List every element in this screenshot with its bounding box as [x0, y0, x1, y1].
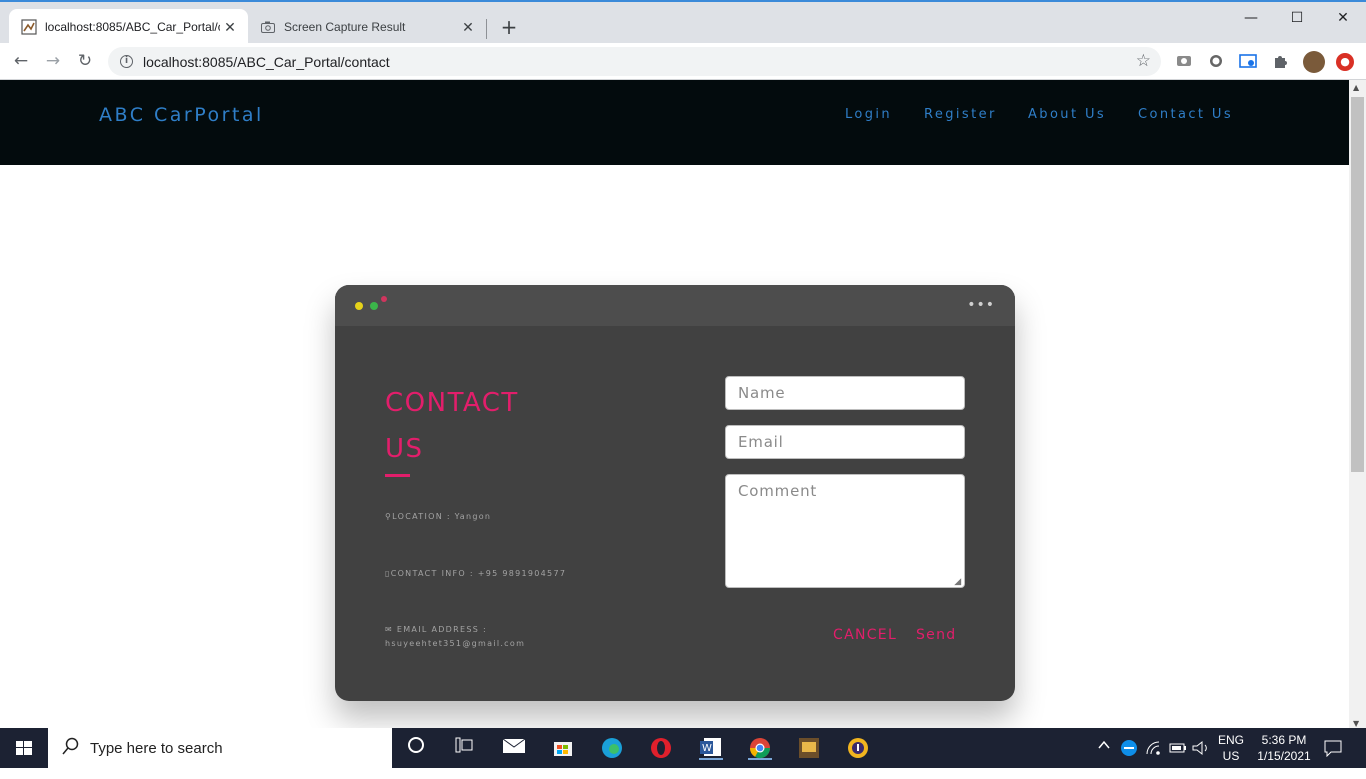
title-underline — [385, 474, 410, 477]
address-bar[interactable]: i localhost:8085/ABC_Car_Portal/contact … — [108, 47, 1161, 76]
page-scrollbar[interactable]: ▲ ▼ — [1349, 80, 1366, 728]
url-text[interactable]: localhost:8085/ABC_Car_Portal/contact — [143, 54, 390, 70]
more-options-icon[interactable]: ••• — [967, 297, 995, 313]
email-label: EMAIL ADDRESS : — [396, 625, 487, 634]
send-button[interactable]: Send — [916, 627, 956, 643]
language-indicator[interactable]: ENG US — [1214, 732, 1248, 772]
wifi-icon[interactable] — [1144, 739, 1164, 779]
scroll-down-icon[interactable]: ▼ — [1353, 719, 1359, 728]
nav-about-us[interactable]: About Us — [1028, 107, 1106, 122]
camera-icon — [260, 19, 276, 35]
circle-extension-icon[interactable] — [1207, 53, 1225, 71]
java-ide-icon[interactable] — [797, 736, 821, 760]
teamviewer-icon[interactable] — [1120, 739, 1138, 779]
browser-toolbar: ← → ↻ i localhost:8085/ABC_Car_Portal/co… — [0, 43, 1366, 80]
search-placeholder: Type here to search — [90, 739, 223, 757]
comment-textarea[interactable]: Comment ◢ — [725, 474, 965, 588]
language-bottom: US — [1222, 749, 1240, 763]
resize-handle-icon[interactable]: ◢ — [954, 577, 962, 587]
taskbar-search-box[interactable]: Type here to search — [48, 728, 392, 768]
windows-taskbar: Type here to search W ENG US 5:36 PM 1/1… — [0, 728, 1366, 768]
nav-login[interactable]: Login — [845, 107, 892, 122]
tab-title: localhost:8085/ABC_Car_Portal/cc — [45, 20, 220, 34]
chrome-icon[interactable] — [748, 736, 772, 760]
contact-title: CONTACT US — [385, 388, 519, 464]
nav-register[interactable]: Register — [924, 107, 997, 122]
card-header: ••• — [335, 285, 1015, 326]
maximize-button[interactable]: ☐ — [1274, 6, 1320, 30]
minimize-button[interactable]: — — [1228, 6, 1274, 30]
page-viewport: ABC CarPortal Login Register About Us Co… — [0, 80, 1349, 728]
word-icon[interactable]: W — [699, 736, 723, 760]
new-tab-button[interactable]: + — [498, 15, 520, 39]
location-info: ⚲LOCATION : Yangon — [385, 510, 491, 524]
security-app-icon[interactable] — [846, 736, 870, 760]
contact-card: ••• CONTACT US ⚲LOCATION : Yangon ▯CONTA… — [335, 285, 1015, 701]
search-icon — [62, 737, 80, 759]
update-alert-icon[interactable]: ● — [1336, 53, 1354, 71]
envelope-icon: ✉ — [385, 625, 394, 634]
profile-avatar[interactable] — [1303, 51, 1325, 73]
close-window-button[interactable]: ✕ — [1320, 6, 1366, 30]
scroll-up-icon[interactable]: ▲ — [1353, 83, 1359, 92]
notification-center-icon[interactable] — [1322, 739, 1344, 779]
task-view-icon[interactable] — [452, 736, 476, 760]
site-brand[interactable]: ABC CarPortal — [99, 104, 264, 126]
location-text: LOCATION : Yangon — [392, 512, 492, 521]
cortana-icon[interactable] — [404, 736, 428, 760]
comment-placeholder: Comment — [738, 482, 818, 500]
browser-tab-bar: localhost:8085/ABC_Car_Portal/cc ✕ Scree… — [0, 0, 1366, 45]
contact-info-text: CONTACT INFO : +95 9891904577 — [390, 569, 567, 578]
tab-close-icon[interactable]: ✕ — [220, 19, 240, 36]
scroll-thumb[interactable] — [1351, 97, 1364, 472]
mail-icon[interactable] — [502, 736, 526, 760]
microsoft-store-icon[interactable] — [551, 736, 575, 760]
name-input[interactable]: Name — [725, 376, 965, 410]
clock[interactable]: 5:36 PM 1/15/2021 — [1252, 732, 1316, 772]
site-info-icon[interactable]: i — [120, 55, 133, 68]
bookmark-star-icon[interactable]: ☆ — [1136, 51, 1151, 71]
site-navbar: ABC CarPortal Login Register About Us Co… — [0, 80, 1349, 165]
edge-browser-icon[interactable] — [600, 736, 624, 760]
capture-extension-icon[interactable] — [1239, 53, 1257, 71]
email-info: ✉ EMAIL ADDRESS : hsuyeehtet351@gmail.co… — [385, 623, 525, 651]
cancel-button[interactable]: CANCEL — [833, 627, 897, 643]
contact-info: ▯CONTACT INFO : +95 9891904577 — [385, 567, 566, 581]
red-dot — [381, 296, 387, 302]
back-arrow-icon[interactable]: ← — [9, 49, 33, 73]
opera-browser-icon[interactable] — [649, 736, 673, 760]
clock-time: 5:36 PM — [1261, 733, 1307, 747]
email-input[interactable]: Email — [725, 425, 965, 459]
tab-screen-capture[interactable]: Screen Capture Result ✕ — [250, 9, 486, 45]
battery-icon[interactable] — [1168, 739, 1188, 779]
tab-title: Screen Capture Result — [284, 20, 406, 34]
tab-separator — [486, 19, 487, 39]
nav-contact-us[interactable]: Contact Us — [1138, 107, 1233, 122]
puzzle-extensions-icon[interactable] — [1271, 53, 1289, 71]
tab-active[interactable]: localhost:8085/ABC_Car_Portal/cc ✕ — [9, 9, 248, 45]
volume-icon[interactable] — [1191, 739, 1211, 779]
show-hidden-icons-chevron-icon[interactable] — [1096, 738, 1112, 778]
page-favicon-icon — [21, 19, 37, 35]
clock-date: 1/15/2021 — [1257, 749, 1311, 763]
screenshot-extension-icon[interactable] — [1175, 53, 1193, 71]
email-value: hsuyeehtet351@gmail.com — [385, 639, 526, 648]
yellow-dot — [355, 302, 363, 310]
green-dot — [370, 302, 378, 310]
forward-arrow-icon[interactable]: → — [41, 49, 65, 73]
tab-close-icon[interactable]: ✕ — [458, 19, 478, 36]
start-button[interactable] — [0, 728, 48, 768]
language-top: ENG — [1217, 733, 1244, 747]
svg-text:W: W — [702, 743, 712, 754]
reload-icon[interactable]: ↻ — [73, 49, 97, 73]
